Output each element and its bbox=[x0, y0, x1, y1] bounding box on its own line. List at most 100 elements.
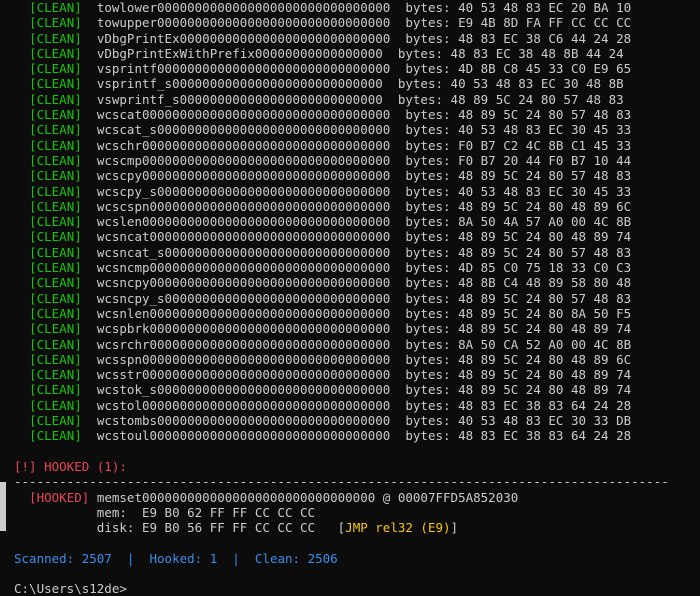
status-tag-clean: [CLEAN] bbox=[29, 275, 82, 291]
disk-bytes-line: disk: E9 B0 56 FF FF CC CC CC [JMP rel32… bbox=[14, 520, 669, 535]
status-tag-clean: [CLEAN] bbox=[29, 107, 82, 123]
function-name: vDbgPrintEx0000000000000000000000000000 bbox=[96, 30, 391, 46]
bytes-value: 8A 50 CA 52 A0 00 4C 8B bbox=[458, 336, 632, 352]
bytes-label: bytes: bbox=[405, 244, 451, 260]
hooked-header-line: [!] HOOKED (1): bbox=[14, 459, 669, 474]
function-name: wcstombs0000000000000000000000000000000 bbox=[96, 413, 391, 429]
bytes-label: bytes: bbox=[405, 290, 451, 306]
scan-line: [CLEAN] wcsstr00000000000000000000000000… bbox=[14, 367, 669, 382]
bytes-value: 48 89 5C 24 80 57 48 83 bbox=[450, 91, 624, 107]
bytes-value: 48 89 5C 24 80 57 48 83 bbox=[458, 168, 632, 184]
function-name: wcstok_s0000000000000000000000000000000 bbox=[96, 382, 391, 398]
bytes-value: 40 53 48 83 EC 30 45 33 bbox=[458, 183, 632, 199]
status-tag-clean: [CLEAN] bbox=[29, 290, 82, 306]
scan-line: [CLEAN] wcscspn0000000000000000000000000… bbox=[14, 199, 669, 214]
bytes-value: 40 53 48 83 EC 30 45 33 bbox=[458, 122, 632, 138]
bytes-label: bytes: bbox=[405, 137, 451, 153]
scan-line: [CLEAN] wcsspn00000000000000000000000000… bbox=[14, 352, 669, 367]
hook-type-note: JMP rel32 (E9) bbox=[345, 520, 451, 536]
bytes-label: bytes: bbox=[405, 428, 451, 444]
scan-line: [CLEAN] vsprintf_s0000000000000000000000… bbox=[14, 76, 669, 91]
scan-line: [CLEAN] wcstombs000000000000000000000000… bbox=[14, 413, 669, 428]
bytes-value: 48 89 5C 24 80 48 89 74 bbox=[458, 229, 632, 245]
bytes-value: 48 89 5C 24 80 48 89 6C bbox=[458, 351, 632, 367]
bytes-value: 48 89 5C 24 80 8A 50 F5 bbox=[458, 305, 632, 321]
bytes-value: 48 83 EC 38 C6 44 24 28 bbox=[458, 30, 632, 46]
scan-line: [CLEAN] vDbgPrintExWithPrefix00000000000… bbox=[14, 46, 669, 61]
separator: ----------------------------------------… bbox=[14, 474, 669, 490]
status-tag-clean: [CLEAN] bbox=[29, 45, 82, 61]
bytes-value: 48 83 EC 38 48 8B 44 24 bbox=[450, 45, 624, 61]
disk-bytes: E9 B0 56 FF FF CC CC CC bbox=[141, 520, 316, 536]
hooked-entry-line: [HOOKED] memset0000000000000000000000000… bbox=[14, 490, 669, 505]
bytes-value: 48 89 5C 24 80 57 48 83 bbox=[458, 290, 632, 306]
bytes-label: bytes: bbox=[405, 61, 451, 77]
function-name: towlower0000000000000000000000000000000 bbox=[96, 0, 391, 15]
bytes-value: 8A 50 4A 57 A0 00 4C 8B bbox=[458, 214, 632, 230]
bytes-value: 48 83 EC 38 83 64 24 28 bbox=[458, 397, 632, 413]
bytes-label: bytes: bbox=[405, 122, 451, 138]
hooked-count: Hooked: 1 bbox=[149, 550, 218, 566]
clean-count: Clean: 2506 bbox=[254, 550, 338, 566]
mem-bytes-line: mem: E9 B0 62 FF FF CC CC CC bbox=[14, 505, 669, 520]
bytes-label: bytes: bbox=[405, 168, 451, 184]
status-tag-clean: [CLEAN] bbox=[29, 15, 82, 31]
bytes-label: bytes: bbox=[405, 397, 451, 413]
status-tag-clean: [CLEAN] bbox=[29, 0, 82, 15]
scanned-count: Scanned: 2507 bbox=[14, 550, 112, 566]
disk-label: disk: bbox=[96, 520, 135, 536]
bytes-label: bytes: bbox=[405, 367, 451, 383]
bytes-label: bytes: bbox=[405, 336, 451, 352]
hook-address: 00007FFD5A852030 bbox=[397, 489, 519, 505]
terminal-output: [CLEAN] towlower000000000000000000000000… bbox=[14, 0, 669, 596]
bytes-value: 4D 85 C0 75 18 33 C0 C3 bbox=[458, 260, 632, 276]
bytes-value: 48 89 5C 24 80 57 48 83 bbox=[458, 107, 632, 123]
function-name: vDbgPrintExWithPrefix00000000000000000 bbox=[96, 45, 383, 61]
function-name: wcsnlen00000000000000000000000000000000 bbox=[96, 305, 391, 321]
bytes-value: 4D 8B C8 45 33 C0 E9 65 bbox=[458, 61, 632, 77]
bytes-value: 40 53 48 83 EC 30 48 8B bbox=[450, 76, 624, 92]
terminal-window[interactable]: [CLEAN] towlower000000000000000000000000… bbox=[0, 0, 700, 596]
mem-bytes: E9 B0 62 FF FF CC CC CC bbox=[141, 504, 316, 520]
note-bracket-close: ] bbox=[450, 520, 459, 536]
function-name: wcscat000000000000000000000000000000000 bbox=[96, 107, 391, 123]
bytes-value: F0 B7 20 44 F0 B7 10 44 bbox=[458, 152, 632, 168]
scan-line: [CLEAN] wcsncpy0000000000000000000000000… bbox=[14, 275, 669, 290]
bytes-label: bytes: bbox=[405, 152, 451, 168]
bytes-label: bytes: bbox=[405, 107, 451, 123]
scan-line: [CLEAN] vsprintf000000000000000000000000… bbox=[14, 61, 669, 76]
status-tag-clean: [CLEAN] bbox=[29, 367, 82, 383]
function-name: wcscpy_s0000000000000000000000000000000 bbox=[96, 183, 391, 199]
function-name: wcsncmp00000000000000000000000000000000 bbox=[96, 260, 391, 276]
status-tag-clean: [CLEAN] bbox=[29, 137, 82, 153]
status-tag-clean: [CLEAN] bbox=[29, 61, 82, 77]
command-prompt[interactable]: C:\Users\s12de> bbox=[14, 581, 127, 596]
status-tag-clean: [CLEAN] bbox=[29, 91, 82, 107]
status-tag-clean: [CLEAN] bbox=[29, 244, 82, 260]
prompt-line[interactable]: C:\Users\s12de> bbox=[14, 581, 669, 596]
bytes-label: bytes: bbox=[405, 0, 451, 15]
scrollbar-marker bbox=[0, 482, 6, 532]
bytes-value: E9 4B 8D FA FF CC CC CC bbox=[458, 15, 632, 31]
function-name: wcstoul00000000000000000000000000000000 bbox=[96, 428, 391, 444]
function-name: wcspbrk00000000000000000000000000000000 bbox=[96, 321, 391, 337]
status-tag-clean: [CLEAN] bbox=[29, 152, 82, 168]
function-name: memset0000000000000000000000000000000 bbox=[96, 489, 376, 505]
scan-line: [CLEAN] wcstol00000000000000000000000000… bbox=[14, 398, 669, 413]
mem-label: mem: bbox=[96, 504, 127, 520]
function-name: wcscpy000000000000000000000000000000000 bbox=[96, 168, 391, 184]
bytes-value: F0 B7 C2 4C 8B C1 45 33 bbox=[458, 137, 632, 153]
function-name: vswprintf_s000000000000000000000000000 bbox=[96, 91, 383, 107]
status-tag-clean: [CLEAN] bbox=[29, 76, 82, 92]
scan-line: [CLEAN] vDbgPrintEx000000000000000000000… bbox=[14, 31, 669, 46]
scan-line: [CLEAN] wcsrchr0000000000000000000000000… bbox=[14, 337, 669, 352]
summary-separator: | bbox=[232, 550, 240, 566]
bytes-value: 48 89 5C 24 80 48 89 74 bbox=[458, 321, 632, 337]
bytes-value: 48 8B C4 48 89 58 80 48 bbox=[458, 275, 632, 291]
scan-line: [CLEAN] wcscat_s000000000000000000000000… bbox=[14, 122, 669, 137]
scan-line: [CLEAN] wcscmp00000000000000000000000000… bbox=[14, 153, 669, 168]
bytes-value: 48 89 5C 24 80 48 89 74 bbox=[458, 367, 632, 383]
bytes-label: bytes: bbox=[405, 260, 451, 276]
function-name: wcslen000000000000000000000000000000000 bbox=[96, 214, 391, 230]
